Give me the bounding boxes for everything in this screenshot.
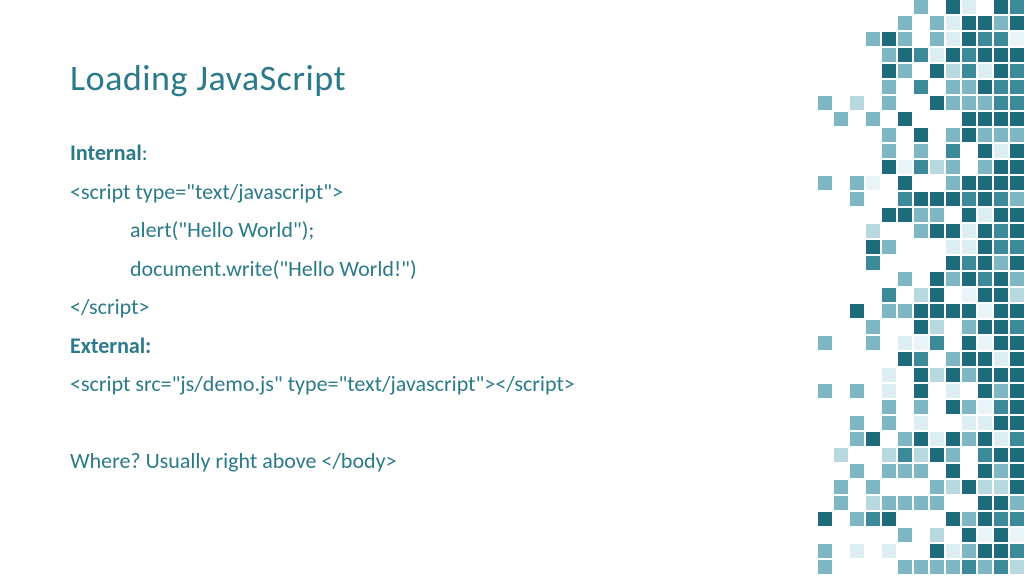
code-line-external-script: <script src="js/demo.js" type="text/java… (70, 365, 954, 404)
external-label: External: (70, 332, 151, 359)
slide-content: Loading JavaScript Internal: <script typ… (0, 0, 1024, 480)
where-line: Where? Usually right above </body> (70, 442, 954, 481)
external-heading: External: (70, 327, 954, 366)
slide-title: Loading JavaScript (70, 56, 954, 100)
code-line-script-close: </script> (70, 288, 954, 327)
code-line-script-open: <script type="text/javascript"> (70, 173, 954, 212)
code-line-alert: alert("Hello World"); (70, 211, 954, 250)
code-line-docwrite: document.write("Hello World!") (70, 250, 954, 289)
spacer (70, 404, 954, 442)
internal-heading: Internal: (70, 134, 954, 173)
internal-label: Internal (70, 139, 142, 166)
internal-colon: : (142, 139, 148, 166)
